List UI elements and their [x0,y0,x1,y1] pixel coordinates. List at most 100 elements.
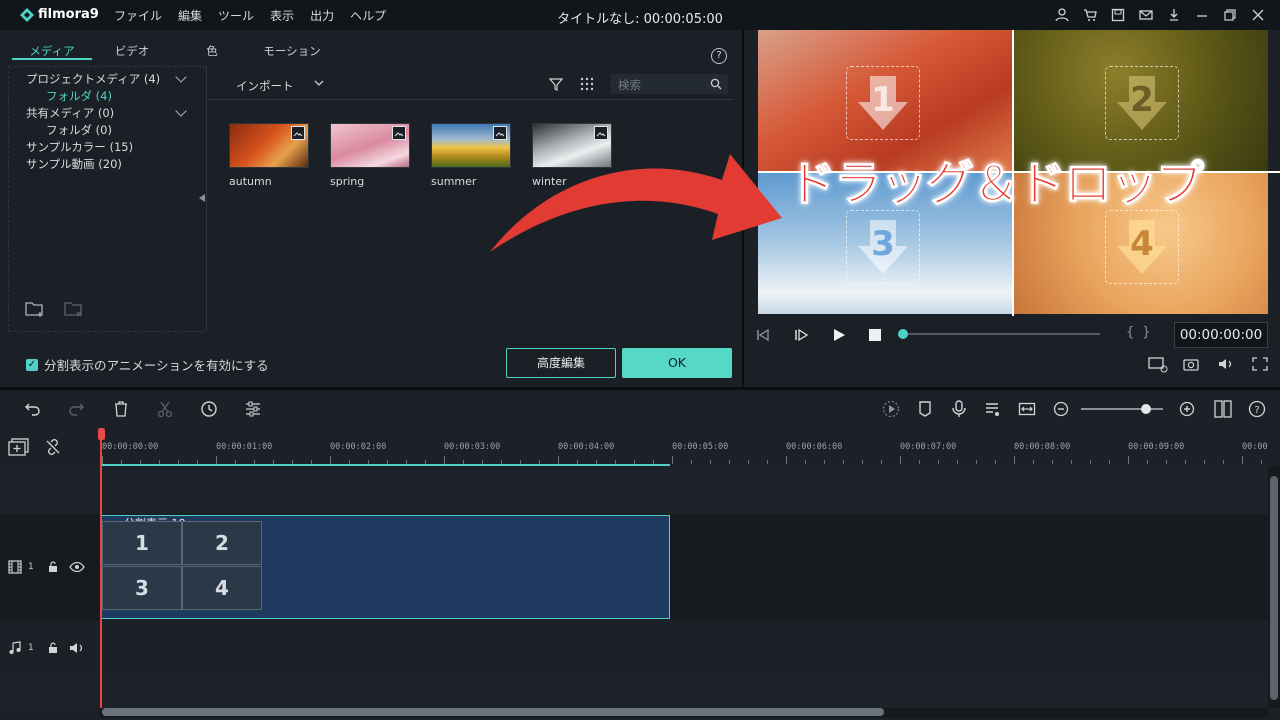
tree-project-folder[interactable]: フォルダ (4) [46,88,112,104]
audio-track-number: 1 [28,643,34,653]
preview-timecode: 00:00:00:00 [1174,322,1268,348]
grid-view-icon[interactable] [580,77,594,91]
ruler-time-label: 00:00:09:00 [1128,442,1185,452]
cart-icon[interactable] [1082,7,1098,23]
filter-icon[interactable] [549,77,563,91]
next-frame-icon[interactable] [794,328,808,342]
lock-icon[interactable] [47,561,59,573]
chevron-down-icon[interactable] [175,105,187,117]
import-dropdown[interactable]: インポート [236,78,294,94]
ruler-time-label: 00:00:07:00 [900,442,957,452]
audio-track-1[interactable] [0,620,1268,676]
adjust-settings-icon[interactable] [244,400,262,418]
track-empty-bottom [0,676,1268,708]
tree-shared-media[interactable]: 共有メディア (0) [26,105,114,121]
zoom-in-icon[interactable] [1178,400,1196,418]
account-icon[interactable] [1054,7,1070,23]
library-tabs: メディア ビデオ 色 モーション [12,40,332,60]
ruler-tick [748,460,749,464]
microphone-icon[interactable] [950,400,968,418]
split-animation-checkbox[interactable]: ✓ 分割表示のアニメーションを有効にする [26,355,269,374]
mark-in-out-icon[interactable]: {} [1126,325,1159,340]
play-icon[interactable] [832,328,846,342]
save-icon[interactable] [1110,7,1126,23]
help-icon[interactable]: ? [711,48,727,64]
ruler-tick [197,460,198,464]
ruler-tick [710,460,711,464]
ruler-tick [919,460,920,464]
download-icon[interactable] [1166,7,1182,23]
ruler-tick [520,460,521,464]
cut-icon[interactable] [156,400,174,418]
clip-cell-2: 2 [182,521,262,565]
tree-sample-colors[interactable]: サンプルカラー (15) [26,139,133,155]
speed-clock-icon[interactable] [200,400,218,418]
ruler-time-label: 00:00:05:00 [672,442,729,452]
checkbox-checked-icon[interactable]: ✓ [26,358,38,371]
tree-sample-videos[interactable]: サンプル動画 (20) [26,156,122,172]
help-icon[interactable]: ? [1248,400,1266,418]
video-track-header: 1 [8,560,34,574]
playhead[interactable] [100,434,102,710]
zoom-out-icon[interactable] [1052,400,1070,418]
lock-icon[interactable] [47,642,59,654]
speaker-icon[interactable] [69,642,85,654]
zoom-slider-handle[interactable] [1141,404,1151,414]
collapse-arrow-icon[interactable] [199,194,205,202]
stop-icon[interactable] [868,328,882,342]
tab-media[interactable]: メディア [12,40,92,60]
fit-timeline-icon[interactable] [1018,400,1036,418]
ruler-tick [216,456,217,464]
chevron-down-icon[interactable] [175,71,187,83]
chevron-down-icon[interactable] [314,80,324,88]
render-icon[interactable] [882,400,900,418]
ruler-labels: 00:00:00:00 00:00:01:00 00:00:02:00 00:00:0… [0,428,1268,466]
image-type-icon [493,126,507,140]
delete-folder-icon[interactable] [63,300,85,318]
ruler-tick [1147,460,1148,464]
tab-motion[interactable]: モーション [252,40,332,60]
playhead-handle[interactable] [98,428,105,440]
scrubber-handle[interactable] [898,329,908,339]
tree-project-media[interactable]: プロジェクトメディア (4) [26,71,160,87]
advanced-edit-button[interactable]: 高度編集 [506,348,616,378]
image-type-icon [392,126,406,140]
ruler-time-label: 00:00:01:00 [216,442,273,452]
clip-cell-1: 1 [102,521,182,565]
media-tree: プロジェクトメディア (4) フォルダ (4) 共有メディア (0) フォルダ … [8,66,206,332]
media-item-name: spring [330,175,365,188]
eye-icon[interactable] [69,562,85,572]
ruler-tick [558,456,559,464]
mail-icon[interactable] [1138,7,1154,23]
fullscreen-icon[interactable] [1252,357,1268,371]
undo-icon[interactable] [24,400,42,418]
tree-shared-folder[interactable]: フォルダ (0) [46,122,112,138]
voiceover-list-icon[interactable] [984,400,1002,418]
minimize-icon[interactable] [1194,7,1210,23]
panel-layout-icon[interactable] [1214,400,1232,418]
import-label: インポート [236,79,294,93]
ok-button[interactable]: OK [622,348,732,378]
track-empty-top [0,466,1268,514]
close-icon[interactable] [1250,7,1266,23]
horizontal-scroll-thumb[interactable] [102,708,884,716]
ruler-tick [121,460,122,464]
tab-color[interactable]: 色 [172,40,252,60]
new-folder-icon[interactable] [24,300,46,318]
redo-icon[interactable] [67,400,85,418]
ruler-tick [311,460,312,464]
restore-icon[interactable] [1222,7,1238,23]
previous-frame-icon[interactable] [756,328,770,342]
tab-video[interactable]: ビデオ [92,40,172,60]
preview-scrubber[interactable] [902,333,1100,335]
split-screen-preview[interactable]: 1 2 3 4 ドラッグ＆ドロップ [758,30,1280,316]
marker-icon[interactable] [916,400,934,418]
ruler-tick [235,460,236,464]
delete-icon[interactable] [112,400,130,418]
vertical-scroll-thumb[interactable] [1270,476,1278,700]
volume-icon[interactable] [1218,357,1234,371]
render-preview-icon[interactable] [1148,357,1168,373]
snapshot-camera-icon[interactable] [1183,357,1199,371]
ruler-tick [1128,456,1129,464]
search-input[interactable]: 検索 [610,74,728,94]
